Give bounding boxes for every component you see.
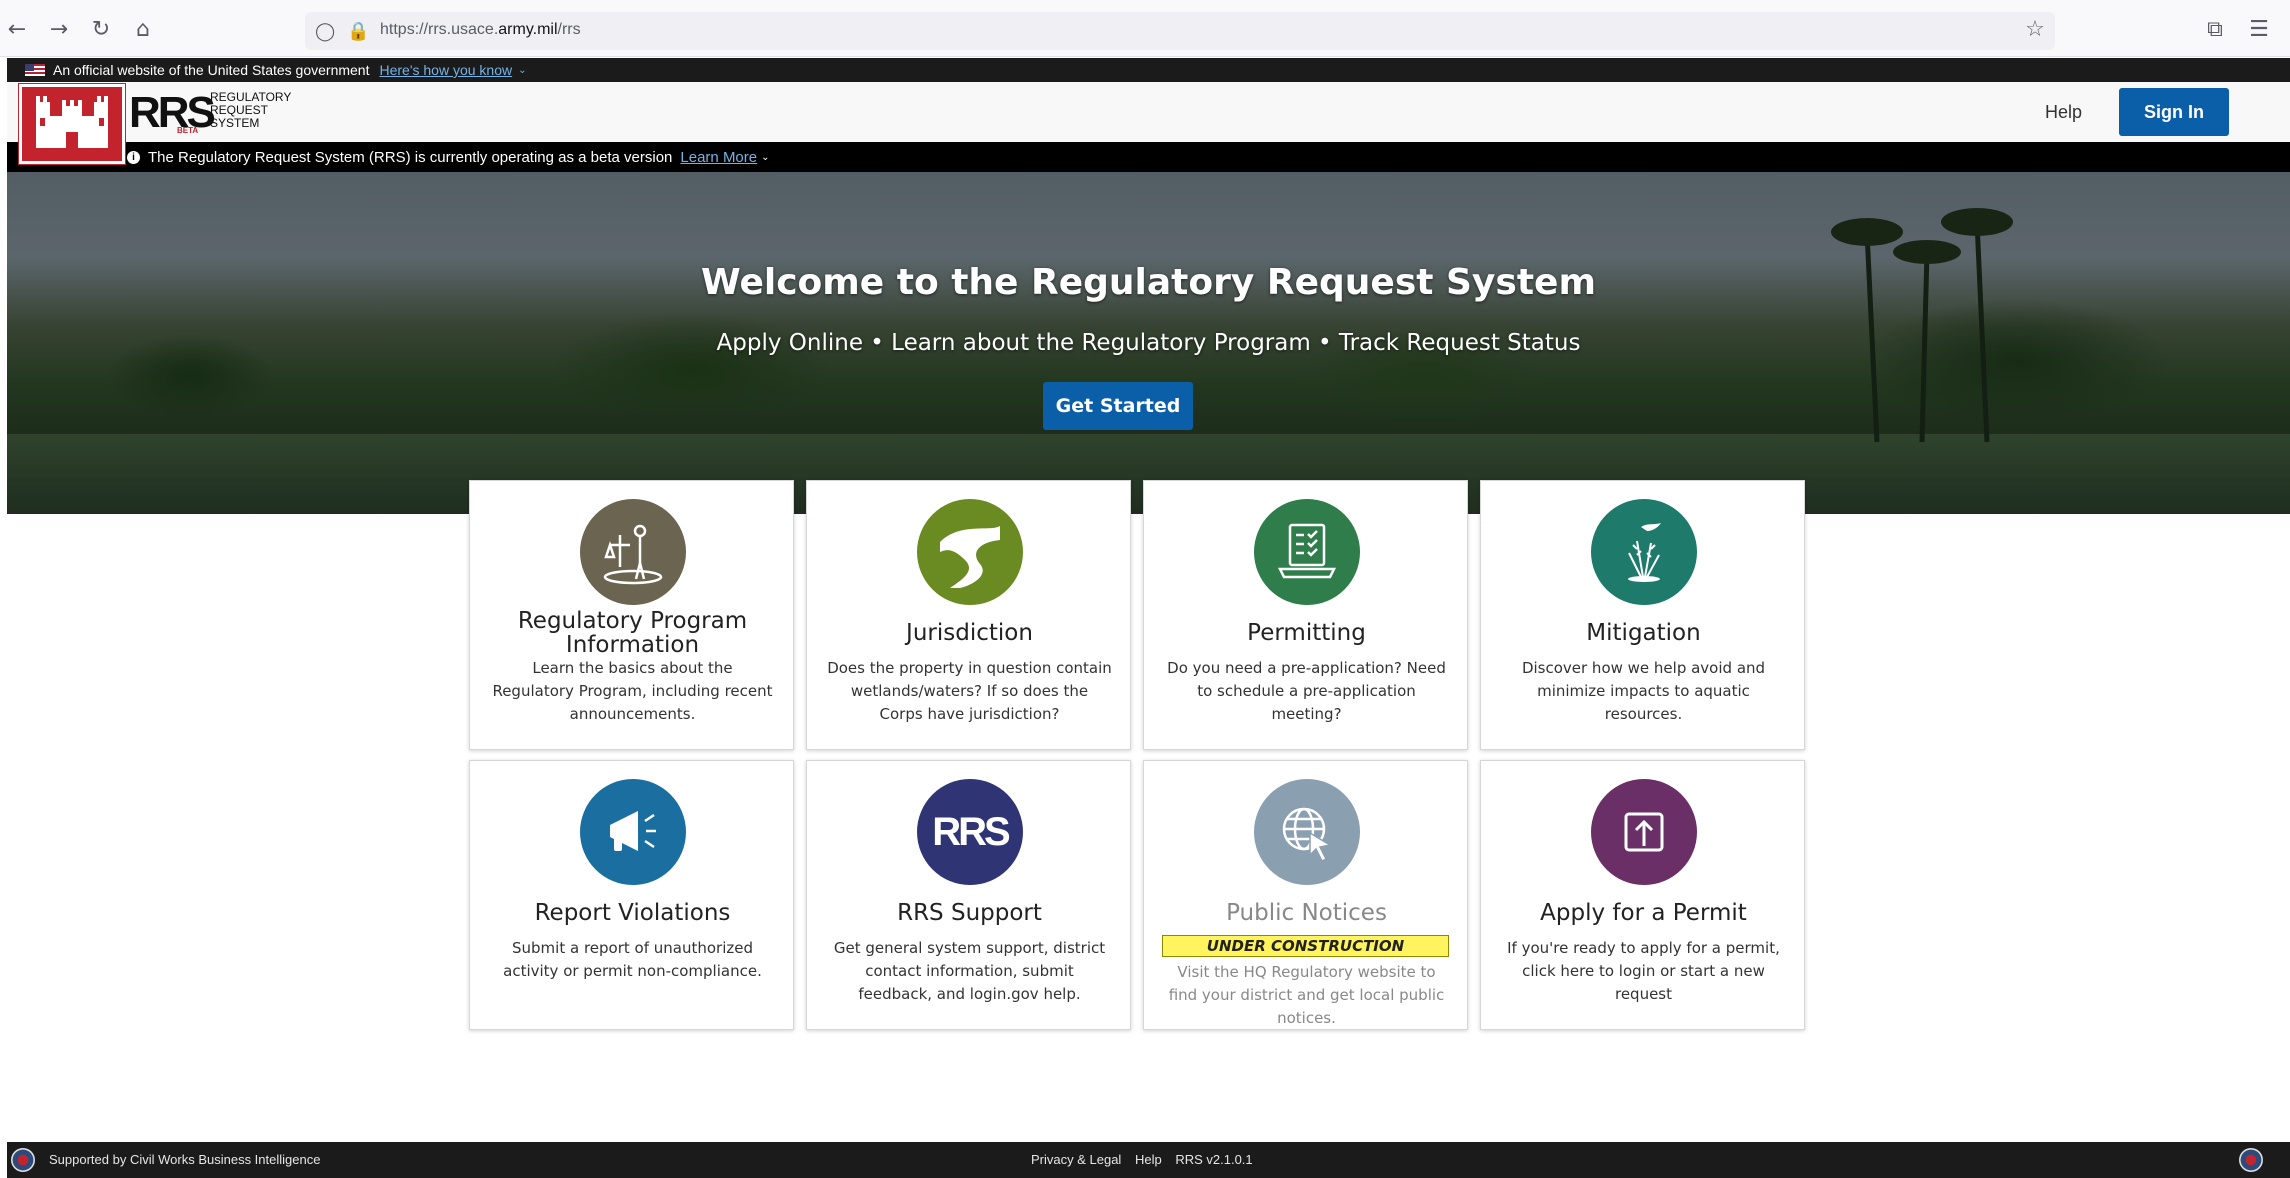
- get-started-button[interactable]: Get Started: [1043, 382, 1193, 430]
- browser-toolbar: ← → ↻ ⌂ ◯ 🔒 https://rrs.usace.army.mil/r…: [0, 0, 2290, 57]
- card-jurisdiction[interactable]: Jurisdiction Does the property in questi…: [806, 480, 1131, 750]
- site-footer: Supported by Civil Works Business Intell…: [7, 1142, 2290, 1178]
- beta-notice-bar: i The Regulatory Request System (RRS) is…: [7, 142, 2290, 172]
- hero-banner: Welcome to the Regulatory Request System…: [7, 172, 2290, 514]
- beta-tag: BETA: [177, 126, 199, 135]
- card-public-notices[interactable]: Public Notices UNDER CONSTRUCTION Visit …: [1143, 760, 1468, 1030]
- learn-more-link[interactable]: Learn More: [680, 149, 757, 166]
- card-description: Discover how we help avoid and minimize …: [1521, 659, 1766, 723]
- footer-help-link[interactable]: Help: [1135, 1152, 1162, 1167]
- url-text[interactable]: https://rrs.usace.army.mil/rrs: [380, 21, 581, 39]
- heres-how-you-know-link[interactable]: Here's how you know: [379, 62, 512, 78]
- upload-icon: [1591, 779, 1697, 885]
- card-apply-permit[interactable]: Apply for a Permit If you're ready to ap…: [1480, 760, 1805, 1030]
- sign-in-button[interactable]: Sign In: [2119, 88, 2229, 136]
- site-header: RRS BETA REGULATORY REQUEST SYSTEM Help …: [7, 82, 2290, 164]
- card-description: Do you need a pre-application? Need to s…: [1167, 659, 1446, 723]
- megaphone-icon: [580, 779, 686, 885]
- menu-icon[interactable]: ☰: [2244, 14, 2274, 44]
- card-report-violations[interactable]: Report Violations Submit a report of una…: [469, 760, 794, 1030]
- card-title: Apply for a Permit: [1540, 900, 1747, 926]
- card-description: If you're ready to apply for a permit, c…: [1507, 939, 1780, 1003]
- card-title: RRS Support: [897, 900, 1042, 926]
- castle-icon: [36, 96, 108, 148]
- river-icon: [917, 499, 1023, 605]
- version-text: RRS v2.1.0.1: [1175, 1152, 1253, 1167]
- info-icon: i: [127, 150, 140, 164]
- address-bar[interactable]: ◯ 🔒 https://rrs.usace.army.mil/rrs: [305, 12, 2055, 50]
- card-title: Report Violations: [534, 900, 731, 926]
- gov-banner-text: An official website of the United States…: [53, 62, 370, 78]
- gov-banner: An official website of the United States…: [7, 58, 2290, 82]
- card-description: Submit a report of unauthorized activity…: [503, 939, 762, 980]
- card-description: Does the property in question contain we…: [827, 659, 1112, 723]
- card-permitting[interactable]: Permitting Do you need a pre-application…: [1143, 480, 1468, 750]
- laptop-checklist-icon: [1254, 499, 1360, 605]
- card-description: Visit the HQ Regulatory website to find …: [1168, 963, 1445, 1027]
- logo-subtitle: REGULATORY REQUEST SYSTEM: [210, 91, 291, 130]
- card-title: Permitting: [1247, 620, 1366, 646]
- bird-reeds-icon: [1591, 499, 1697, 605]
- hero-subtitle: Apply Online • Learn about the Regulator…: [716, 330, 1581, 356]
- home-icon[interactable]: ⌂: [128, 14, 158, 44]
- card-title: Regulatory Program Information: [517, 608, 748, 658]
- footer-links: Privacy & Legal Help RRS v2.1.0.1: [1031, 1152, 1263, 1167]
- card-description: Get general system support, district con…: [833, 939, 1106, 1003]
- globe-cursor-icon: [1254, 779, 1360, 885]
- footer-supported-by: Supported by Civil Works Business Intell…: [49, 1152, 321, 1167]
- card-title: Mitigation: [1586, 620, 1701, 646]
- help-link[interactable]: Help: [2045, 102, 2082, 123]
- card-title: Public Notices: [1226, 900, 1387, 926]
- rrs-logo-icon: RRS: [917, 779, 1023, 885]
- card-title: Jurisdiction: [906, 620, 1033, 646]
- chevron-down-icon[interactable]: ⌄: [761, 152, 769, 163]
- back-icon[interactable]: ←: [2, 14, 32, 44]
- reload-icon[interactable]: ↻: [86, 14, 116, 44]
- shield-icon[interactable]: ◯: [315, 21, 335, 42]
- card-mitigation[interactable]: Mitigation Discover how we help avoid an…: [1480, 480, 1805, 750]
- extensions-icon[interactable]: ⧉: [2200, 14, 2230, 44]
- usace-castle-logo[interactable]: [19, 84, 125, 164]
- lock-icon[interactable]: 🔒: [347, 21, 369, 42]
- card-rrs-support[interactable]: RRS RRS Support Get general system suppo…: [806, 760, 1131, 1030]
- forward-icon[interactable]: →: [44, 14, 74, 44]
- card-description: Learn the basics about the Regulatory Pr…: [492, 659, 773, 723]
- under-construction-badge: UNDER CONSTRUCTION: [1162, 935, 1449, 957]
- chevron-down-icon[interactable]: ⌄: [518, 65, 526, 76]
- cwbi-seal-icon: [11, 1148, 35, 1172]
- usace-seal-icon: [2239, 1148, 2263, 1172]
- rrs-logo-text[interactable]: RRS: [129, 88, 216, 138]
- hero-title: Welcome to the Regulatory Request System: [701, 262, 1596, 303]
- privacy-legal-link[interactable]: Privacy & Legal: [1031, 1152, 1121, 1167]
- bookmark-star-icon[interactable]: ☆: [2020, 14, 2050, 44]
- us-flag-icon: [25, 64, 45, 76]
- people-scale-icon: [580, 499, 686, 605]
- beta-notice-text: The Regulatory Request System (RRS) is c…: [148, 148, 673, 166]
- card-regulatory-program[interactable]: Regulatory Program Information Learn the…: [469, 480, 794, 750]
- logo-subtitle-line: SYSTEM: [210, 116, 260, 130]
